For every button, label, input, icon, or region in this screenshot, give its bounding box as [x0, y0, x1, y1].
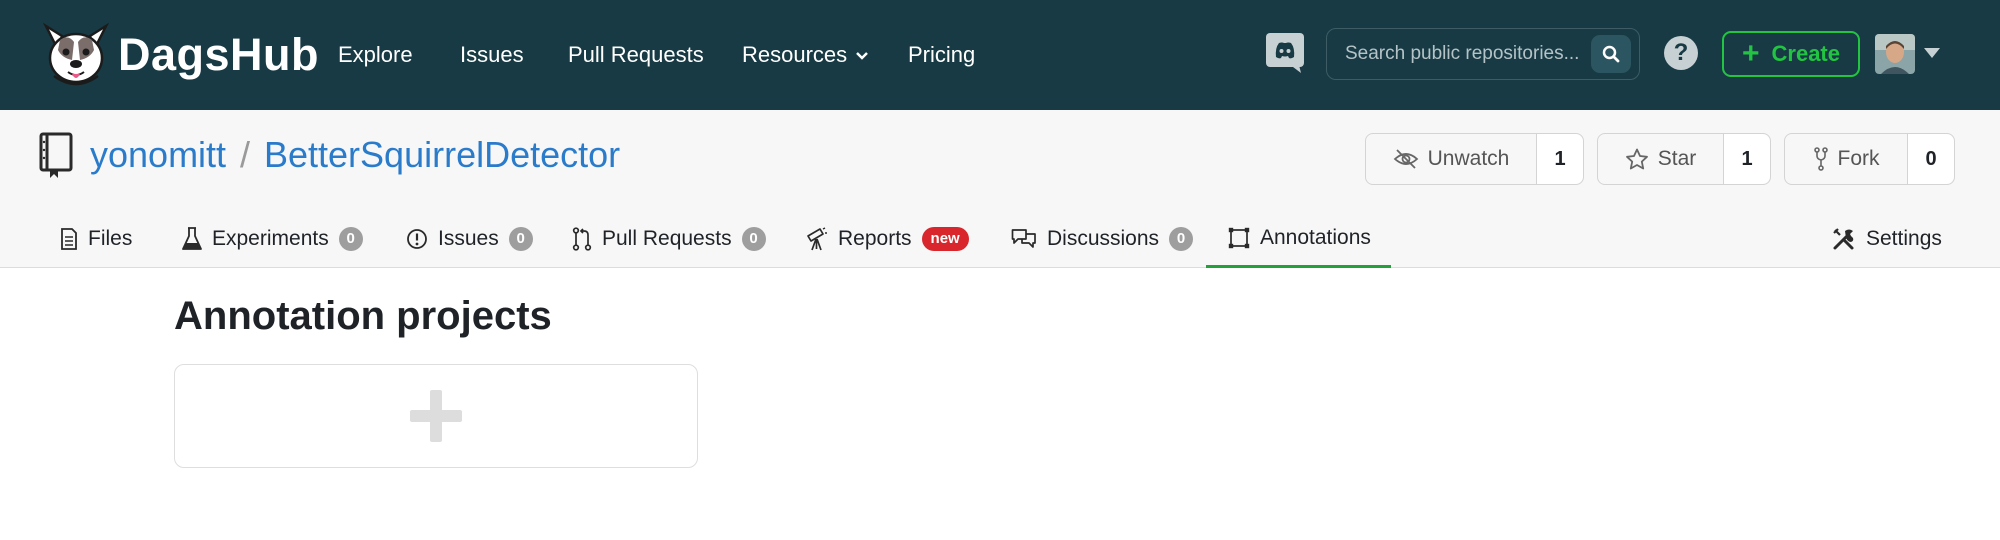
nav-issues[interactable]: Issues	[460, 38, 524, 72]
tab-discussions-label: Discussions	[1047, 227, 1160, 250]
fork-group: Fork 0	[1784, 133, 1955, 185]
help-icon[interactable]: ?	[1664, 36, 1698, 70]
avatar[interactable]	[1875, 34, 1915, 74]
user-menu-caret[interactable]	[1924, 48, 1940, 58]
search-box	[1326, 28, 1640, 80]
repo-tabs: Files Experiments 0 Issues 0 Pull Reques…	[0, 210, 2000, 268]
avatar-image	[1875, 34, 1915, 74]
nav-pull-requests[interactable]: Pull Requests	[568, 38, 704, 72]
tab-annotations[interactable]: Annotations	[1206, 210, 1391, 268]
repo-path-separator: /	[240, 134, 251, 175]
issue-icon	[407, 229, 427, 249]
brand-name: DagsHub	[118, 29, 320, 80]
tab-experiments-label: Experiments	[212, 227, 329, 250]
tab-pull-requests[interactable]: Pull Requests 0	[572, 210, 766, 268]
nav-pricing[interactable]: Pricing	[908, 38, 975, 72]
discord-icon[interactable]	[1265, 32, 1305, 74]
star-count[interactable]: 1	[1724, 134, 1770, 184]
fork-button[interactable]: Fork	[1785, 134, 1908, 184]
repo-name-link[interactable]: BetterSquirrelDetector	[264, 134, 620, 176]
tab-issues-count: 0	[508, 227, 533, 251]
dagshub-logo-icon	[42, 22, 110, 86]
pull-request-icon	[572, 227, 592, 251]
tab-pull-requests-count: 0	[741, 227, 766, 251]
tab-pull-requests-label: Pull Requests	[602, 227, 732, 250]
star-group: Star 1	[1597, 133, 1771, 185]
eye-slash-icon	[1393, 149, 1418, 169]
tab-annotations-label: Annotations	[1260, 225, 1371, 249]
nav-resources-label: Resources	[742, 42, 848, 67]
tab-experiments[interactable]: Experiments 0	[182, 210, 363, 268]
star-button[interactable]: Star	[1598, 134, 1724, 184]
nav-explore[interactable]: Explore	[338, 38, 413, 72]
dagshub-logo[interactable]: DagsHub	[38, 20, 319, 90]
watch-group: Unwatch 1	[1365, 133, 1584, 185]
bounding-box-icon	[1228, 227, 1250, 248]
tab-files-label: Files	[88, 227, 133, 250]
new-badge: new	[921, 227, 969, 251]
nav-resources[interactable]: Resources	[742, 38, 869, 72]
telescope-icon	[807, 227, 827, 251]
tab-settings[interactable]: Settings	[1832, 210, 1942, 268]
page-title: Annotation projects	[174, 294, 552, 338]
search-button[interactable]	[1591, 35, 1631, 73]
repo-header: yonomitt / BetterSquirrelDetector Unwatc…	[0, 110, 2000, 268]
unwatch-button[interactable]: Unwatch	[1366, 134, 1537, 184]
star-icon	[1625, 148, 1648, 170]
chevron-down-icon	[856, 52, 869, 60]
tab-settings-label: Settings	[1866, 227, 1942, 250]
top-navbar: DagsHub Explore Issues Pull Requests Res…	[0, 0, 2000, 110]
search-icon	[1602, 45, 1620, 63]
tab-issues-label: Issues	[438, 227, 499, 250]
watch-count[interactable]: 1	[1537, 134, 1583, 184]
search-input[interactable]	[1345, 43, 1595, 65]
tab-issues[interactable]: Issues 0	[406, 210, 533, 268]
tools-icon	[1833, 228, 1854, 250]
repo-owner-link[interactable]: yonomitt	[90, 134, 226, 176]
repo-book-icon	[39, 132, 73, 178]
fork-label: Fork	[1837, 147, 1880, 170]
tab-files[interactable]: Files	[60, 210, 132, 268]
tab-reports-label: Reports	[838, 227, 912, 250]
fork-icon	[1813, 147, 1828, 171]
create-label: Create	[1771, 41, 1840, 66]
discussion-icon	[1011, 229, 1036, 248]
unwatch-label: Unwatch	[1427, 147, 1510, 170]
fork-count[interactable]: 0	[1908, 134, 1954, 184]
plus-icon	[410, 390, 462, 442]
flask-icon	[182, 227, 202, 250]
tab-experiments-count: 0	[338, 227, 363, 251]
tab-discussions-count: 0	[1169, 227, 1194, 251]
tab-reports[interactable]: Reports new	[806, 210, 969, 268]
add-annotation-project-card[interactable]	[174, 364, 698, 468]
star-label: Star	[1657, 147, 1697, 170]
tab-discussions[interactable]: Discussions 0	[1011, 210, 1194, 268]
plus-icon: +	[1741, 37, 1760, 70]
file-icon	[61, 228, 77, 250]
create-button[interactable]: + Create	[1722, 31, 1860, 77]
